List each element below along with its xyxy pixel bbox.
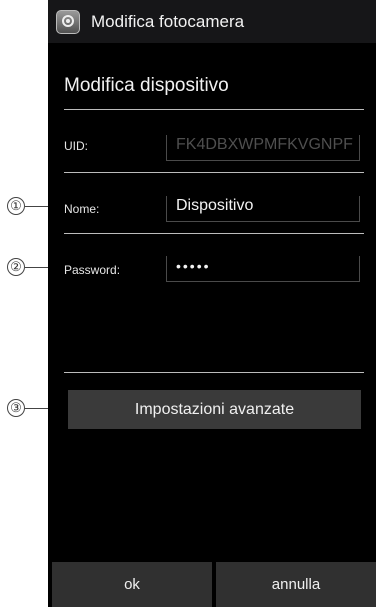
cancel-button[interactable]: annulla	[216, 562, 376, 607]
ok-button[interactable]: ok	[52, 562, 212, 607]
callout-line	[25, 206, 48, 207]
password-label: Password:	[64, 263, 121, 277]
divider	[64, 172, 364, 173]
callout-line	[25, 408, 48, 409]
callout-number: ①	[7, 197, 25, 215]
app-titlebar: Modifica fotocamera	[48, 0, 376, 43]
callout-number: ②	[7, 258, 25, 276]
divider	[64, 372, 364, 373]
name-label: Nome:	[64, 202, 100, 216]
callout-number: ③	[7, 399, 25, 417]
app-title: Modifica fotocamera	[91, 12, 245, 31]
uid-label: UID:	[64, 139, 88, 153]
advanced-settings-button[interactable]: Impostazioni avanzate	[68, 390, 361, 429]
camera-app-icon	[56, 10, 80, 34]
password-field[interactable]: •••••	[166, 256, 360, 282]
uid-field[interactable]: FK4DBXWPMFKVGNPF	[166, 135, 360, 161]
callout-1: ①	[0, 197, 48, 217]
callout-3: ③	[0, 399, 48, 419]
dialog-title: Modifica dispositivo	[64, 75, 229, 96]
title-divider	[64, 109, 364, 110]
dialog-button-bar: ok annulla	[48, 562, 376, 607]
callout-2: ②	[0, 258, 48, 278]
name-field[interactable]: Dispositivo	[166, 196, 360, 222]
divider	[64, 233, 364, 234]
phone-screen: Modifica fotocamera Modifica dispositivo…	[48, 0, 376, 607]
callout-line	[25, 267, 48, 268]
